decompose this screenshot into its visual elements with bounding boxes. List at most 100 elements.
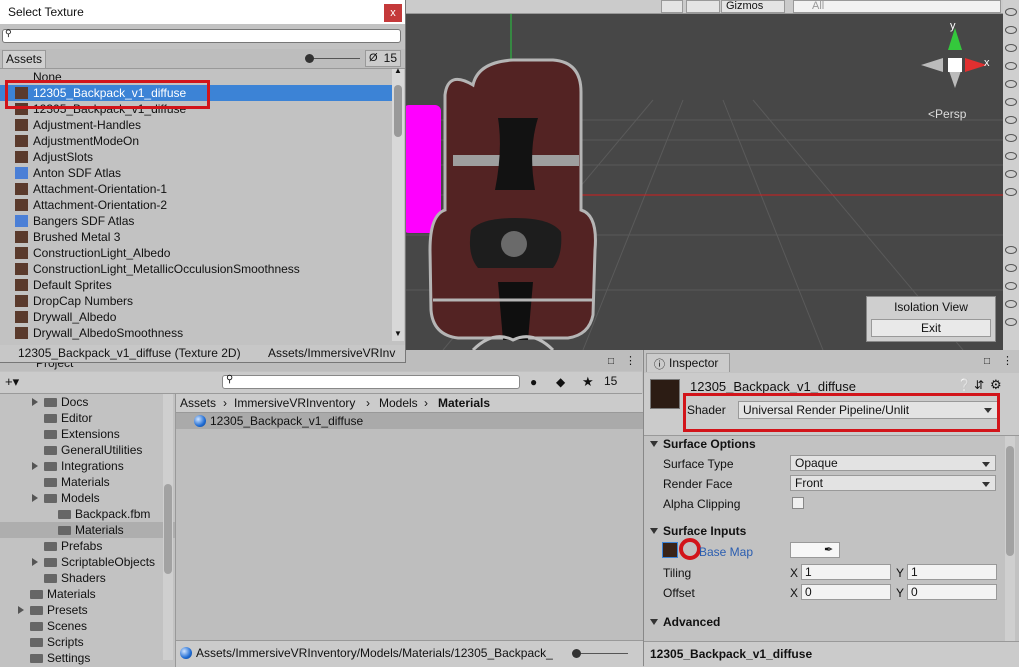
- folder-tree-item[interactable]: Materials: [0, 474, 175, 490]
- folder-tree-item[interactable]: Scripts: [0, 634, 175, 650]
- lock-icon[interactable]: □: [608, 356, 614, 367]
- eye-icon[interactable]: [1005, 80, 1017, 88]
- hidden-count-toggle[interactable]: Ø 15: [365, 50, 401, 67]
- eye-icon[interactable]: [1005, 44, 1017, 52]
- picker-search-input[interactable]: ⚲: [2, 28, 401, 43]
- gear-icon[interactable]: ⚙: [990, 377, 1002, 393]
- eye-icon[interactable]: [1005, 300, 1017, 308]
- fx-toggle-button[interactable]: [686, 0, 720, 13]
- persp-label[interactable]: <Persp: [928, 107, 966, 121]
- eye-icon[interactable]: [1005, 246, 1017, 254]
- eye-icon[interactable]: [1005, 152, 1017, 160]
- folder-tree-item[interactable]: Settings: [0, 650, 175, 666]
- asset-list-item[interactable]: 12305_Backpack_v1_diffuse: [176, 413, 643, 429]
- scroll-up-icon[interactable]: ▲: [394, 66, 402, 75]
- texture-list-item[interactable]: Drywall_Albedo: [0, 309, 392, 325]
- texture-list-item[interactable]: AdjustSlots: [0, 149, 392, 165]
- folder-tree-item[interactable]: Integrations: [0, 458, 175, 474]
- eye-icon[interactable]: [1005, 282, 1017, 290]
- folder-tree-item[interactable]: Shaders: [0, 570, 175, 586]
- eye-icon[interactable]: [1005, 62, 1017, 70]
- expand-arrow-icon[interactable]: [32, 462, 38, 470]
- project-search-input[interactable]: ⚲: [222, 374, 520, 389]
- texture-list-scroll-thumb[interactable]: [394, 85, 402, 137]
- offset-y-field[interactable]: 0: [907, 584, 997, 600]
- help-icon[interactable]: ❔: [957, 378, 972, 392]
- tree-scrollbar[interactable]: [163, 394, 173, 660]
- close-button[interactable]: x: [384, 4, 402, 22]
- folder-tree-item[interactable]: ScriptableObjects: [0, 554, 175, 570]
- base-map-label[interactable]: Base Map: [699, 545, 753, 559]
- gizmos-dropdown[interactable]: Gizmos: [721, 0, 785, 13]
- folder-tree-item[interactable]: Models: [0, 490, 175, 506]
- folder-tree-item[interactable]: Materials: [0, 522, 175, 538]
- breadcrumb-item[interactable]: Materials: [438, 396, 490, 410]
- eye-icon[interactable]: [1005, 170, 1017, 178]
- texture-list-item[interactable]: Drywall_AlbedoSmoothness: [0, 325, 392, 341]
- expand-arrow-icon[interactable]: [32, 494, 38, 502]
- folder-tree-item[interactable]: Extensions: [0, 426, 175, 442]
- surface-inputs-header[interactable]: Surface Inputs: [650, 524, 746, 538]
- filter-type-icon[interactable]: ●: [530, 375, 537, 389]
- base-map-texture-slot[interactable]: [662, 542, 678, 558]
- filter-label-icon[interactable]: ◆: [556, 375, 565, 389]
- breadcrumb-item[interactable]: ImmersiveVRInventory: [234, 396, 355, 410]
- folder-tree-item[interactable]: GeneralUtilities: [0, 442, 175, 458]
- texture-list-item[interactable]: ConstructionLight_Albedo: [0, 245, 392, 261]
- eye-icon[interactable]: [1005, 116, 1017, 124]
- texture-list-item[interactable]: Brushed Metal 3: [0, 229, 392, 245]
- icon-size-slider[interactable]: [574, 653, 628, 654]
- folder-tree-item[interactable]: Materials: [0, 586, 175, 602]
- offset-x-field[interactable]: 0: [801, 584, 891, 600]
- picker-title-bar[interactable]: Select Texture: [0, 0, 405, 24]
- breadcrumb-item[interactable]: Models: [379, 396, 418, 410]
- lock-icon[interactable]: □: [984, 356, 990, 367]
- texture-list-item[interactable]: Default Sprites: [0, 277, 392, 293]
- expand-arrow-icon[interactable]: [32, 558, 38, 566]
- tree-scroll-thumb[interactable]: [164, 484, 172, 574]
- folder-tree-item[interactable]: Scenes: [0, 618, 175, 634]
- tiling-x-field[interactable]: 1: [801, 564, 891, 580]
- toolbar-toggle-button[interactable]: [661, 0, 683, 13]
- preview-size-slider[interactable]: [306, 58, 360, 59]
- render-face-dropdown[interactable]: Front: [790, 475, 996, 491]
- folder-tree-item[interactable]: Backpack.fbm: [0, 506, 175, 522]
- menu-icon[interactable]: ⋮: [1002, 354, 1013, 367]
- texture-list-item[interactable]: Attachment-Orientation-2: [0, 197, 392, 213]
- icon-size-slider-knob[interactable]: [572, 649, 581, 658]
- eye-icon[interactable]: [1005, 26, 1017, 34]
- texture-list-scrollbar[interactable]: ▲ ▼: [392, 66, 404, 341]
- menu-icon[interactable]: ⋮: [625, 354, 636, 367]
- folder-tree-item[interactable]: Docs: [0, 394, 175, 410]
- breadcrumb-item[interactable]: Assets: [180, 396, 216, 410]
- texture-list-item[interactable]: DropCap Numbers: [0, 293, 392, 309]
- create-plus-icon[interactable]: +▾: [5, 374, 19, 390]
- eye-icon[interactable]: [1005, 134, 1017, 142]
- texture-list-item[interactable]: AdjustmentModeOn: [0, 133, 392, 149]
- inspector-scrollbar[interactable]: [1005, 436, 1015, 644]
- texture-list-item[interactable]: Bangers SDF Atlas: [0, 213, 392, 229]
- inspector-scroll-thumb[interactable]: [1006, 446, 1014, 556]
- project-hidden-count[interactable]: 15: [604, 374, 617, 388]
- tiling-y-field[interactable]: 1: [907, 564, 997, 580]
- texture-list-item[interactable]: Anton SDF Atlas: [0, 165, 392, 181]
- surface-options-header[interactable]: Surface Options: [650, 437, 756, 451]
- assets-tab[interactable]: Assets: [2, 50, 46, 68]
- eye-icon[interactable]: [1005, 264, 1017, 272]
- scroll-down-icon[interactable]: ▼: [394, 329, 402, 338]
- advanced-header[interactable]: Advanced: [650, 615, 720, 629]
- preset-icon[interactable]: ⇵: [974, 378, 984, 392]
- eyedropper-icon[interactable]: ✒: [824, 543, 833, 556]
- isolation-exit-button[interactable]: Exit: [871, 319, 991, 337]
- folder-tree-item[interactable]: Prefabs: [0, 538, 175, 554]
- texture-list-item[interactable]: ConstructionLight_MetallicOcculusionSmoo…: [0, 261, 392, 277]
- inspector-tab[interactable]: ⓘ Inspector: [646, 353, 730, 372]
- expand-arrow-icon[interactable]: [32, 398, 38, 406]
- alpha-clipping-checkbox[interactable]: [792, 497, 804, 509]
- surface-type-dropdown[interactable]: Opaque: [790, 455, 996, 471]
- scene-search-input[interactable]: All: [793, 0, 1001, 13]
- expand-arrow-icon[interactable]: [18, 606, 24, 614]
- texture-list-item[interactable]: Attachment-Orientation-1: [0, 181, 392, 197]
- preview-size-slider-knob[interactable]: [305, 54, 314, 63]
- texture-list-item[interactable]: Adjustment-Handles: [0, 117, 392, 133]
